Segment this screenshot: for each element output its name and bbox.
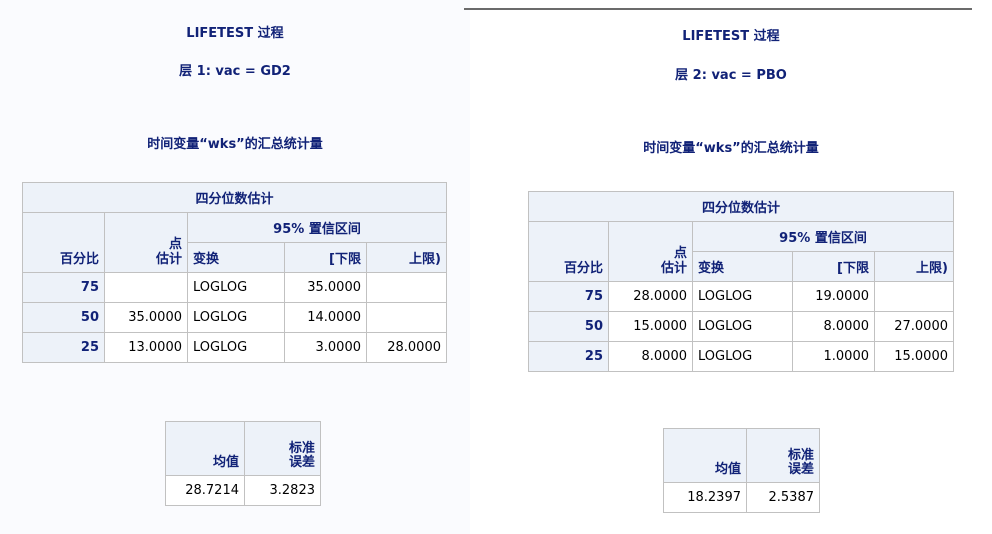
row-header-percent: 50 bbox=[22, 302, 105, 333]
table-row: 75 LOGLOG 35.0000 bbox=[22, 272, 447, 303]
cell-lower: 14.0000 bbox=[284, 302, 367, 333]
stratum-1-panel: LIFETEST 过程 层 1: vac = GD2 时间变量“wks”的汇总统… bbox=[0, 0, 470, 534]
cell-upper bbox=[874, 281, 954, 312]
cell-mean: 18.2397 bbox=[663, 482, 747, 513]
procedure-title: LIFETEST 过程 bbox=[186, 26, 284, 41]
col-header-mean: 均值 bbox=[165, 421, 245, 476]
cell-transform: LOGLOG bbox=[692, 341, 793, 372]
separator-line bbox=[464, 8, 972, 10]
cell-transform: LOGLOG bbox=[187, 272, 285, 303]
cell-upper: 15.0000 bbox=[874, 341, 954, 372]
col-header-transform: 变换 bbox=[692, 251, 793, 282]
procedure-title: LIFETEST 过程 bbox=[682, 29, 780, 44]
col-header-std-error: 标准 误差 bbox=[244, 421, 321, 476]
col-header-se-line1: 标准 bbox=[288, 441, 315, 456]
table-row: 75 28.0000 LOGLOG 19.0000 bbox=[528, 281, 954, 312]
table-row: 18.2397 2.5387 bbox=[663, 482, 820, 513]
table-row: 50 35.0000 LOGLOG 14.0000 bbox=[22, 302, 447, 333]
stratum-label: 层 1: vac = GD2 bbox=[179, 64, 291, 79]
cell-mean: 28.7214 bbox=[165, 475, 245, 506]
quartile-estimates-table: 四分位数估计 百分比 点估计 95% 置信区间 变换 [下限 上限) 75 LO… bbox=[22, 182, 447, 363]
summary-heading: 时间变量“wks”的汇总统计量 bbox=[147, 137, 323, 152]
cell-upper: 27.0000 bbox=[874, 311, 954, 342]
row-header-percent: 50 bbox=[528, 311, 609, 342]
col-header-transform: 变换 bbox=[187, 242, 285, 273]
row-header-percent: 25 bbox=[528, 341, 609, 372]
col-header-se-line2: 误差 bbox=[787, 462, 814, 477]
col-header-se-line1: 标准 bbox=[787, 448, 814, 463]
cell-lower: 19.0000 bbox=[792, 281, 875, 312]
cell-point-estimate: 15.0000 bbox=[608, 311, 693, 342]
quartile-estimates-table: 四分位数估计 百分比 点估计 95% 置信区间 变换 [下限 上限) 75 28… bbox=[528, 191, 954, 372]
ci-group-header: 95% 置信区间 bbox=[692, 221, 954, 252]
cell-point-estimate: 8.0000 bbox=[608, 341, 693, 372]
mean-table: 均值 标准 误差 28.7214 3.2823 bbox=[165, 421, 321, 506]
cell-lower: 35.0000 bbox=[284, 272, 367, 303]
cell-point-estimate bbox=[104, 272, 188, 303]
table-row: 50 15.0000 LOGLOG 8.0000 27.0000 bbox=[528, 311, 954, 342]
col-header-point-estimate: 点估计 bbox=[104, 212, 188, 273]
col-header-lower: [下限 bbox=[284, 242, 367, 273]
table-caption: 四分位数估计 bbox=[22, 182, 447, 213]
cell-transform: LOGLOG bbox=[692, 311, 793, 342]
table-row: 25 8.0000 LOGLOG 1.0000 15.0000 bbox=[528, 341, 954, 372]
cell-transform: LOGLOG bbox=[187, 302, 285, 333]
row-header-percent: 75 bbox=[528, 281, 609, 312]
stratum-label: 层 2: vac = PBO bbox=[675, 68, 787, 83]
col-header-point-line2: 估计 bbox=[155, 252, 182, 267]
cell-point-estimate: 28.0000 bbox=[608, 281, 693, 312]
col-header-point-line2: 估计 bbox=[660, 261, 687, 276]
col-header-se-line2: 误差 bbox=[288, 455, 315, 470]
cell-upper bbox=[366, 272, 447, 303]
col-header-percent: 百分比 bbox=[528, 221, 609, 282]
stratum-2-panel: LIFETEST 过程 层 2: vac = PBO 时间变量“wks”的汇总统… bbox=[470, 0, 992, 534]
col-header-std-error: 标准 误差 bbox=[746, 428, 820, 483]
summary-heading: 时间变量“wks”的汇总统计量 bbox=[643, 141, 819, 156]
col-header-mean: 均值 bbox=[663, 428, 747, 483]
ci-group-header: 95% 置信区间 bbox=[187, 212, 447, 243]
cell-point-estimate: 13.0000 bbox=[104, 332, 188, 363]
table-caption: 四分位数估计 bbox=[528, 191, 954, 222]
cell-lower: 8.0000 bbox=[792, 311, 875, 342]
col-header-lower: [下限 bbox=[792, 251, 875, 282]
table-row: 28.7214 3.2823 bbox=[165, 475, 321, 506]
col-header-percent: 百分比 bbox=[22, 212, 105, 273]
table-row: 25 13.0000 LOGLOG 3.0000 28.0000 bbox=[22, 332, 447, 363]
row-header-percent: 25 bbox=[22, 332, 105, 363]
cell-std-error: 3.2823 bbox=[244, 475, 321, 506]
cell-lower: 3.0000 bbox=[284, 332, 367, 363]
col-header-upper: 上限) bbox=[366, 242, 447, 273]
cell-std-error: 2.5387 bbox=[746, 482, 820, 513]
col-header-upper: 上限) bbox=[874, 251, 954, 282]
cell-point-estimate: 35.0000 bbox=[104, 302, 188, 333]
mean-table: 均值 标准 误差 18.2397 2.5387 bbox=[663, 428, 820, 513]
col-header-point-estimate: 点估计 bbox=[608, 221, 693, 282]
cell-transform: LOGLOG bbox=[187, 332, 285, 363]
cell-upper bbox=[366, 302, 447, 333]
col-header-point-line1: 点 bbox=[673, 246, 687, 261]
cell-lower: 1.0000 bbox=[792, 341, 875, 372]
col-header-point-line1: 点 bbox=[168, 237, 182, 252]
cell-upper: 28.0000 bbox=[366, 332, 447, 363]
cell-transform: LOGLOG bbox=[692, 281, 793, 312]
row-header-percent: 75 bbox=[22, 272, 105, 303]
